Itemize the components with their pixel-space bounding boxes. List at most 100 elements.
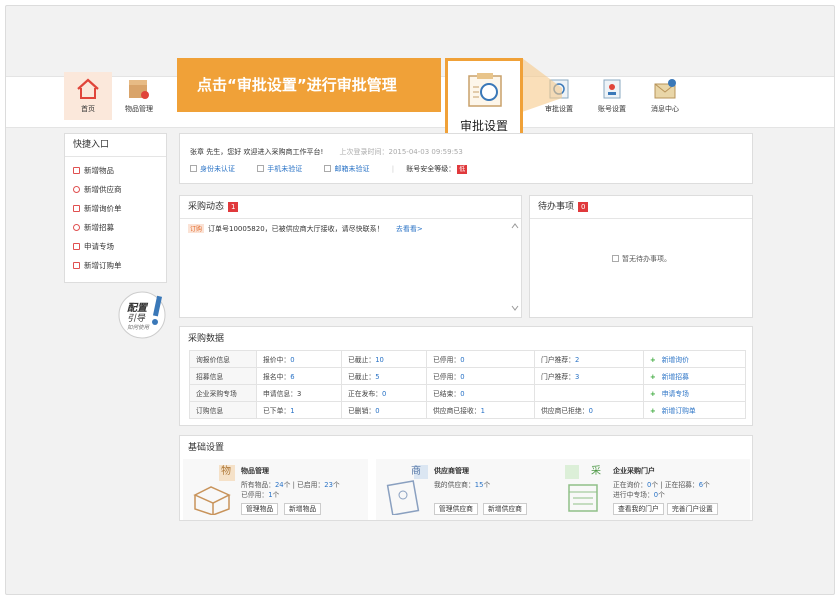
cell: 供应商已拒绝：0 bbox=[534, 401, 644, 419]
action-link[interactable]: + 申请专场 bbox=[643, 384, 746, 402]
tutorial-banner: 点击“审批设置”进行审批管理 bbox=[177, 58, 441, 112]
view-portal-button[interactable]: 查看我的门户 bbox=[613, 503, 664, 515]
purchase-dynamics-panel: 采购动态 1 订购 订单号10005820，已被供应商大厅接收，请尽快联系！ 去看看… bbox=[179, 195, 522, 318]
cell: 已截止：5 bbox=[341, 367, 427, 385]
cell: 已停用：0 bbox=[426, 367, 535, 385]
goods-stats-2: 已停用：1个 bbox=[241, 491, 280, 499]
welcome-panel: 张章 先生，您好 欢迎进入采购商工作平台! 上次登录时间：2015-04-03 … bbox=[179, 133, 753, 184]
dynamics-count-badge: 1 bbox=[228, 202, 239, 212]
row-name: 订购信息 bbox=[189, 401, 257, 419]
phone-status[interactable]: 手机未验证 bbox=[257, 165, 312, 173]
quick-item-add-order[interactable]: 新增订购单 bbox=[65, 256, 166, 275]
manage-goods-button[interactable]: 管理物品 bbox=[241, 503, 279, 515]
todo-empty: 暂无待办事项。 bbox=[612, 254, 671, 264]
portal-badge: 采 bbox=[591, 466, 601, 477]
quick-entry-panel: 快捷入口 新增物品 新增供应商 新增询价单 新增招募 申请专场 新增订购单 bbox=[64, 133, 167, 283]
quick-item-add-supplier[interactable]: 新增供应商 bbox=[65, 180, 166, 199]
page-icon bbox=[73, 243, 80, 250]
scrollbar[interactable] bbox=[511, 222, 519, 314]
row-name: 询报价信息 bbox=[189, 350, 257, 368]
envelope-icon bbox=[654, 79, 676, 99]
nav-home[interactable]: 首页 bbox=[64, 72, 112, 120]
cell: 报名中：6 bbox=[256, 367, 342, 385]
quick-item-add-inquiry[interactable]: 新增询价单 bbox=[65, 199, 166, 218]
cell bbox=[534, 384, 644, 402]
document-icon bbox=[612, 255, 619, 262]
nav-items[interactable]: 物品管理 bbox=[115, 72, 163, 120]
add-supplier-button[interactable]: 新增供应商 bbox=[483, 503, 527, 515]
manage-supplier-button[interactable]: 管理供应商 bbox=[434, 503, 478, 515]
cell: 正在发布：0 bbox=[341, 384, 427, 402]
portal-card: 采 企业采购门户 正在询价：0个 | 正在招募：6个 进行中专场：0个 查看我的… bbox=[555, 459, 750, 520]
nav-home-label: 首页 bbox=[81, 105, 95, 113]
purchase-data-panel: 采购数据 询报价信息 报价中：0 已截止：10 已停用：0 门户推荐：2 + 新增… bbox=[179, 326, 753, 426]
goods-badge: 物 bbox=[221, 466, 231, 477]
purchase-data-title: 采购数据 bbox=[188, 334, 225, 344]
portal-stats-1: 正在询价：0个 | 正在招募：6个 bbox=[613, 481, 710, 489]
nav-messages-label: 消息中心 bbox=[651, 105, 679, 113]
approval-icon bbox=[468, 73, 502, 107]
supplier-badge: 商 bbox=[411, 466, 421, 477]
quick-item-apply-session[interactable]: 申请专场 bbox=[65, 237, 166, 256]
action-link[interactable]: + 新增订购单 bbox=[643, 401, 746, 419]
nav-messages[interactable]: 消息中心 bbox=[641, 72, 689, 120]
home-icon bbox=[77, 78, 99, 99]
basic-settings-panel: 基础设置 物 物品管理 所有物品：24个 | 已启用：23个 已停用：1个 管理… bbox=[179, 435, 753, 521]
goods-card: 物 物品管理 所有物品：24个 | 已启用：23个 已停用：1个 管理物品 新增… bbox=[183, 459, 368, 520]
cell: 已截止：10 bbox=[341, 350, 427, 368]
cell: 报价中：0 bbox=[256, 350, 342, 368]
quick-item-add-goods[interactable]: 新增物品 bbox=[65, 161, 166, 180]
action-link[interactable]: + 新增询价 bbox=[643, 350, 746, 368]
add-goods-button[interactable]: 新增物品 bbox=[284, 503, 322, 515]
supplier-stats: 我的供应商：15个 bbox=[434, 481, 491, 489]
table-row: 订购信息 已下单：1 已删销：0 供应商已接收：1 供应商已拒绝：0 + 新增订购… bbox=[189, 401, 746, 419]
purchase-data-table: 询报价信息 报价中：0 已截止：10 已停用：0 门户推荐：2 + 新增询价 招募… bbox=[189, 350, 746, 419]
config-guide-badge[interactable]: 配置 引导 如何使用 bbox=[117, 290, 167, 342]
cell: 门户推荐：2 bbox=[534, 350, 644, 368]
table-row: 招募信息 报名中：6 已截止：5 已停用：0 门户推荐：3 + 新增招募 bbox=[189, 367, 746, 385]
basic-settings-title: 基础设置 bbox=[188, 443, 225, 453]
dynamics-link[interactable]: 去看看> bbox=[396, 225, 423, 233]
dynamics-message: 订单号10005820，已被供应商大厅接收，请尽快联系！ bbox=[208, 225, 384, 233]
cell: 申请信息：3 bbox=[256, 384, 342, 402]
phone-icon bbox=[257, 165, 265, 172]
table-row: 询报价信息 报价中：0 已截止：10 已停用：0 门户推荐：2 + 新增询价 bbox=[189, 350, 746, 368]
cell: 门户推荐：3 bbox=[534, 367, 644, 385]
cell: 已下单：1 bbox=[256, 401, 342, 419]
guide-sub: 如何使用 bbox=[127, 325, 150, 331]
nav-account[interactable]: 账号设置 bbox=[588, 72, 636, 120]
goods-stats-1: 所有物品：24个 | 已启用：23个 bbox=[241, 481, 340, 489]
row-name: 企业采购专场 bbox=[189, 384, 257, 402]
portal-title: 企业采购门户 bbox=[613, 467, 655, 475]
cell: 已停用：0 bbox=[426, 350, 535, 368]
dynamics-title: 采购动态 bbox=[188, 202, 225, 212]
supplier-title: 供应商管理 bbox=[434, 467, 469, 475]
highlighted-approval-button[interactable]: 审批设置 bbox=[445, 58, 523, 136]
nav-items-label: 物品管理 bbox=[125, 105, 153, 113]
highlight-label: 审批设置 bbox=[459, 119, 508, 133]
quick-item-add-recruit[interactable]: 新增招募 bbox=[65, 218, 166, 237]
cell: 已删销：0 bbox=[341, 401, 427, 419]
email-status[interactable]: 邮箱未验证 bbox=[324, 165, 379, 173]
id-card-icon bbox=[190, 165, 197, 172]
quick-entry-title: 快捷入口 bbox=[65, 134, 166, 157]
nav-account-label: 账号设置 bbox=[598, 105, 626, 113]
action-link[interactable]: + 新增招募 bbox=[643, 367, 746, 385]
supplier-card: 商 供应商管理 我的供应商：15个 管理供应商 新增供应商 bbox=[376, 459, 561, 520]
order-icon bbox=[73, 262, 80, 269]
security-label: 账号安全等级： bbox=[406, 165, 456, 173]
last-login-text: 上次登录时间：2015-04-03 09:59:53 bbox=[339, 148, 463, 156]
user-icon bbox=[73, 186, 80, 193]
order-tag: 订购 bbox=[188, 224, 205, 233]
goods-title: 物品管理 bbox=[241, 467, 269, 475]
portal-settings-button[interactable]: 完善门户设置 bbox=[667, 503, 718, 515]
row-name: 招募信息 bbox=[189, 367, 257, 385]
box-icon bbox=[129, 80, 149, 99]
todo-title: 待办事项 bbox=[538, 202, 575, 212]
cube-icon bbox=[73, 167, 80, 174]
account-icon bbox=[603, 79, 621, 99]
identity-status[interactable]: 身份未认证 bbox=[190, 165, 245, 173]
table-row: 企业采购专场 申请信息：3 正在发布：0 已结束：0 + 申请专场 bbox=[189, 384, 746, 402]
divider: | bbox=[391, 165, 395, 173]
contact-illustration-icon bbox=[386, 465, 428, 515]
